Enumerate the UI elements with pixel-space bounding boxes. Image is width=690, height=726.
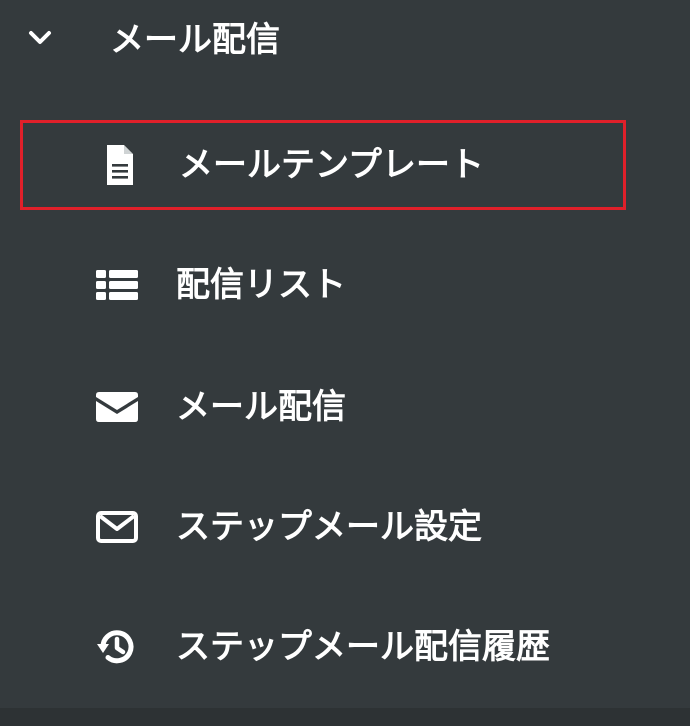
sidebar-item-label: ステップメール配信履歴 (176, 627, 550, 667)
sidebar-bottom-divider (0, 708, 690, 726)
sidebar-section-header-mail-delivery[interactable]: メール配信 (0, 0, 690, 80)
history-icon (92, 622, 142, 672)
sidebar-item-mail-template[interactable]: メールテンプレート (20, 120, 626, 210)
envelope-icon (92, 382, 142, 432)
sidebar-item-delivery-list[interactable]: 配信リスト (20, 240, 626, 330)
sidebar-item-label: 配信リスト (176, 265, 346, 305)
sidebar-item-step-mail-history[interactable]: ステップメール配信履歴 (20, 602, 626, 692)
sidebar-section-title: メール配信 (110, 20, 280, 60)
envelope-outline-icon (92, 502, 142, 552)
sidebar-item-label: メールテンプレート (179, 145, 484, 185)
list-icon (92, 260, 142, 310)
sidebar-item-label: ステップメール設定 (176, 507, 482, 547)
sidebar-item-mail-delivery[interactable]: メール配信 (20, 362, 626, 452)
file-icon (95, 140, 145, 190)
chevron-down-icon[interactable] (26, 26, 54, 50)
sidebar-item-step-mail-settings[interactable]: ステップメール設定 (20, 482, 626, 572)
sidebar-item-label: メール配信 (176, 387, 346, 427)
